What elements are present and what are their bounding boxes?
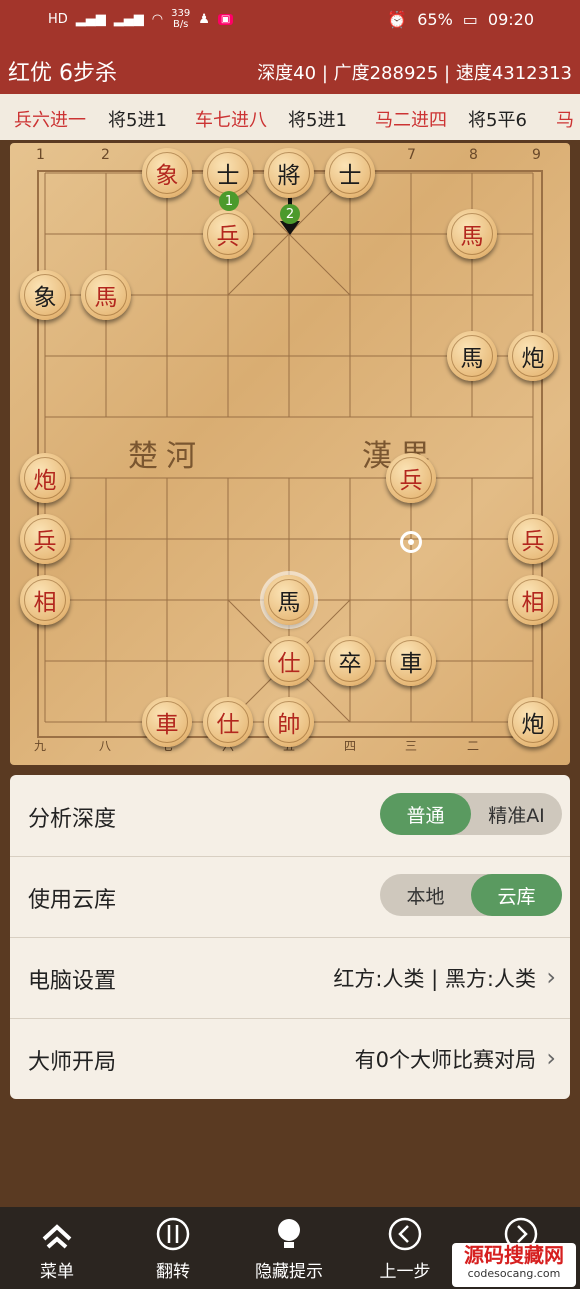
file-number: 九 — [34, 739, 47, 753]
prev-step-label: 上一步 — [379, 1262, 431, 1282]
chess-piece[interactable]: 車 — [386, 636, 436, 686]
status-bar: HD ▂▄▆ ▂▄▆ ◠ 339 B/s ♟ ▣ ⏰ 65% ▭ 09:20 — [0, 0, 580, 44]
move-list[interactable]: 兵六进一 将5进1 车七进八 将5进1 马二进四 将5平6 马 — [0, 94, 580, 140]
file-number: 7 — [407, 147, 416, 163]
watermark-url: codesocang.com — [467, 1267, 561, 1280]
depth-option-precise[interactable]: 精准AI — [471, 793, 562, 835]
flip-label: 翻转 — [156, 1262, 190, 1282]
chess-piece[interactable]: 炮 — [20, 453, 70, 503]
move-item[interactable]: 车七进八 — [195, 106, 267, 132]
chess-piece[interactable]: 帥 — [264, 697, 314, 747]
title-bar: 红优 6步杀 深度40 | 广度288925 | 速度4312313 — [0, 44, 580, 94]
setting-label: 分析深度 — [28, 807, 117, 832]
river-left-label: 楚河 — [128, 439, 204, 474]
status-left: HD ▂▄▆ ▂▄▆ ◠ 339 B/s ♟ ▣ — [48, 8, 234, 30]
chess-piece[interactable]: 車 — [142, 697, 192, 747]
engine-stats: 深度40 | 广度288925 | 速度4312313 — [257, 63, 572, 84]
settings-panel: 分析深度 普通 精准AI 使用云库 本地 云库 电脑设置 红方:人类 | 黑方:… — [10, 775, 570, 1099]
battery-icon: ▭ — [462, 10, 478, 29]
setting-label: 电脑设置 — [28, 969, 117, 994]
chess-piece[interactable]: 兵 — [386, 453, 436, 503]
status-right: ⏰ 65% ▭ 09:20 — [387, 10, 534, 29]
move-item[interactable]: 马 — [556, 106, 574, 132]
qq-icon: ♟ — [198, 11, 210, 27]
chess-piece[interactable]: 仕 — [203, 697, 253, 747]
alarm-icon: ⏰ — [387, 10, 408, 29]
menu-icon — [42, 1224, 72, 1249]
setting-label: 使用云库 — [28, 888, 117, 913]
cloud-option-local[interactable]: 本地 — [380, 874, 471, 916]
hide-hint-label: 隐藏提示 — [255, 1262, 323, 1282]
chess-piece[interactable]: 馬 — [447, 331, 497, 381]
battery-level: 65% — [417, 10, 453, 29]
cloud-option-cloud[interactable]: 云库 — [471, 874, 562, 916]
depth-toggle[interactable]: 普通 精准AI — [380, 793, 562, 835]
file-number: 2 — [101, 147, 110, 163]
chevron-right-icon: › — [546, 1044, 556, 1072]
move-target-marker[interactable] — [400, 531, 422, 553]
chess-piece[interactable]: 兵 — [203, 209, 253, 259]
file-number: 三 — [405, 739, 418, 753]
chess-piece[interactable]: 卒 — [325, 636, 375, 686]
chess-piece[interactable]: 相 — [20, 575, 70, 625]
move-item[interactable]: 将5平6 — [468, 106, 527, 132]
file-number: 二 — [467, 739, 480, 753]
file-number: 8 — [469, 147, 478, 163]
setting-row-cloud: 使用云库 本地 云库 — [10, 856, 570, 938]
chess-piece[interactable]: 兵 — [20, 514, 70, 564]
setting-label: 大师开局 — [28, 1050, 117, 1075]
network-speed-value: 339 — [171, 8, 191, 19]
move-item[interactable]: 兵六进一 — [14, 106, 86, 132]
chevron-left-icon — [388, 1217, 422, 1251]
app-icon: ▣ — [217, 13, 234, 25]
chess-piece[interactable]: 馬 — [447, 209, 497, 259]
chess-piece[interactable]: 兵 — [508, 514, 558, 564]
puzzle-title: 红优 6步杀 — [8, 61, 117, 86]
network-speed-unit: B/s — [172, 19, 189, 30]
setting-row-master[interactable]: 大师开局 有0个大师比赛对局 › — [10, 1018, 570, 1099]
file-number: 1 — [36, 147, 45, 163]
chess-piece[interactable]: 炮 — [508, 697, 558, 747]
watermark-title: 源码搜藏网 — [464, 1243, 564, 1267]
hd-icon: HD — [48, 11, 68, 27]
flip-button[interactable]: 翻转 — [128, 1217, 218, 1282]
file-number: 八 — [99, 739, 112, 753]
depth-option-normal[interactable]: 普通 — [380, 793, 471, 835]
move-item[interactable]: 将5进1 — [108, 106, 167, 132]
lightbulb-icon — [278, 1219, 300, 1248]
hide-hint-button[interactable]: 隐藏提示 — [244, 1217, 334, 1282]
hint-marker: 2 — [280, 204, 300, 224]
flip-icon — [156, 1217, 190, 1251]
cloud-toggle[interactable]: 本地 云库 — [380, 874, 562, 916]
chess-piece[interactable]: 仕 — [264, 636, 314, 686]
chess-piece[interactable]: 馬 — [81, 270, 131, 320]
menu-button[interactable]: 菜单 — [12, 1217, 102, 1282]
chess-piece[interactable]: 象 — [142, 148, 192, 198]
menu-label: 菜单 — [40, 1262, 74, 1282]
setting-value: 红方:人类 | 黑方:人类 — [333, 967, 536, 991]
signal-icon: ▂▄▆ — [75, 11, 106, 27]
signal-icon: ▂▄▆ — [113, 11, 144, 27]
hint-marker: 1 — [219, 191, 239, 211]
clock: 09:20 — [487, 10, 534, 29]
setting-value: 有0个大师比赛对局 — [354, 1048, 536, 1072]
setting-row-computer[interactable]: 电脑设置 红方:人类 | 黑方:人类 › — [10, 937, 570, 1019]
move-item[interactable]: 马二进四 — [375, 106, 447, 132]
chess-piece[interactable]: 馬 — [264, 575, 314, 625]
file-number: 9 — [532, 147, 541, 163]
watermark: 源码搜藏网 codesocang.com — [452, 1243, 576, 1287]
setting-row-depth: 分析深度 普通 精准AI — [10, 775, 570, 857]
chess-piece[interactable]: 炮 — [508, 331, 558, 381]
chess-board[interactable]: 1 2 3 4 5 6 7 8 9 九 八 七 六 五 四 三 二 一 楚河 漢… — [10, 143, 570, 765]
chevron-right-icon: › — [546, 963, 556, 991]
file-number: 四 — [344, 739, 357, 753]
chess-piece[interactable]: 象 — [20, 270, 70, 320]
chess-piece[interactable]: 相 — [508, 575, 558, 625]
wifi-icon: ◠ — [151, 11, 164, 27]
network-speed: 339 B/s — [171, 8, 190, 30]
chess-piece[interactable]: 將 — [264, 148, 314, 198]
move-item[interactable]: 将5进1 — [288, 106, 347, 132]
chess-piece[interactable]: 士 — [325, 148, 375, 198]
prev-step-button[interactable]: 上一步 — [360, 1217, 450, 1282]
